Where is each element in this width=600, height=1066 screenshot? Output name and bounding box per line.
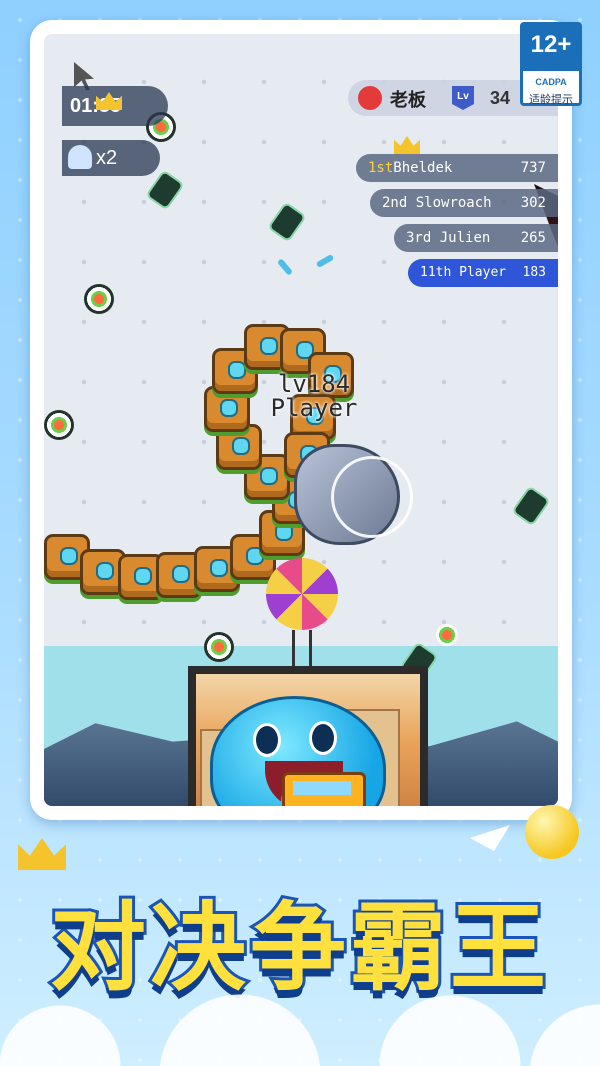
age-rating-tip: 适龄提示: [529, 93, 573, 106]
level-value: 34: [490, 88, 511, 108]
player-name-text: Julien: [439, 230, 491, 246]
level-shield-icon: Lv: [452, 86, 474, 110]
score-text: 265: [520, 230, 546, 246]
sushi-food-icon: [436, 624, 458, 646]
multiplier-badge: x2: [62, 140, 160, 176]
player-name-text: Player: [459, 265, 507, 280]
rank-text: 11th: [420, 265, 452, 280]
game-frame: lv184 Player 01:35 x2 老板 Lv 34 1stBhelde…: [30, 20, 572, 820]
rank-text: 2nd: [382, 195, 408, 211]
player-nameplate: lv184 Player: [244, 372, 384, 420]
player-name: Player: [270, 394, 358, 422]
leaderboard-row: 3rd Julien 265: [394, 224, 558, 252]
score-text: 183: [522, 265, 546, 280]
balloon-icon: [266, 558, 338, 630]
clouds-decoration: [0, 976, 600, 1066]
leaderboard-row: 2nd Slowroach 302: [370, 189, 558, 217]
multiplier-text: x2: [96, 147, 118, 169]
age-rating-badge: 12+ CADPA 适龄提示: [520, 22, 582, 106]
player-name-text: Slowroach: [415, 195, 492, 211]
score-text: 302: [520, 195, 546, 211]
player-name-text: Bheldek: [393, 160, 453, 176]
leaderboard-row: 1stBheldek 737: [356, 154, 558, 182]
ghost-icon: [68, 145, 92, 169]
boss-label: 老板: [390, 90, 426, 111]
rank-text: 1st: [368, 160, 394, 176]
age-rating-org: CADPA: [535, 77, 567, 87]
yellow-bubble-icon: [525, 805, 579, 859]
player-level: lv184: [277, 370, 351, 398]
balloon-string: [292, 630, 312, 666]
score-text: 737: [520, 160, 546, 176]
sushi-food-icon: [84, 284, 114, 314]
aim-target-ring: [331, 456, 413, 538]
leaderboard-row-self: 11th Player 183: [408, 259, 558, 287]
sushi-food-icon: [44, 410, 74, 440]
age-rating-label: 12+: [530, 31, 572, 58]
ad-picture-box[interactable]: [188, 666, 428, 806]
devil-icon: [358, 86, 382, 110]
ad-image: [196, 674, 420, 806]
bus-icon: [282, 772, 366, 806]
sushi-food-icon: [204, 632, 234, 662]
rank-text: 3rd: [406, 230, 432, 246]
